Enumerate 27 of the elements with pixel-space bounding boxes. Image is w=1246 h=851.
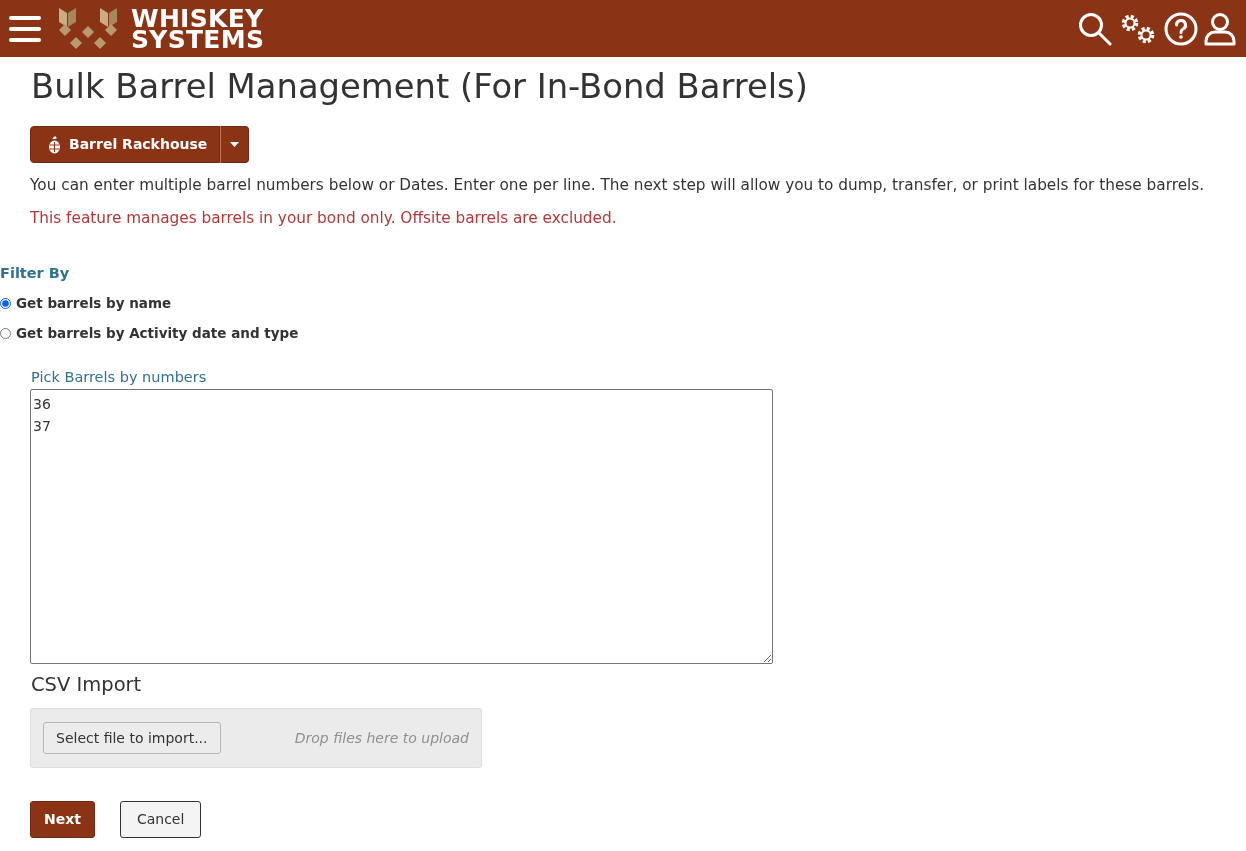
barrel-icon [48, 135, 61, 154]
search-icon[interactable] [1078, 11, 1112, 46]
caret-icon [230, 142, 240, 147]
radio-button[interactable] [0, 297, 11, 309]
file-drop-zone[interactable]: Select file to import... Drop files here to upload [30, 708, 482, 768]
user-icon[interactable] [1204, 11, 1236, 46]
dropdown-button[interactable] [220, 126, 250, 163]
logo-text: WHISKEY [131, 7, 264, 29]
cancel-button[interactable]: Cancel [119, 801, 202, 838]
next-button[interactable]: Next [30, 801, 95, 838]
filter-label: Filter By [0, 264, 70, 283]
instruction-text: You can enter multiple barrel numbers below or Dates. Enter one per line. The next step will allow you to dump, transfer, or print labels for these barrels. [30, 175, 1205, 196]
help-icon[interactable] [1164, 11, 1198, 46]
drop-hint-text: Drop files here to upload [294, 728, 469, 748]
logo-text: SYSTEMS [131, 28, 265, 50]
location-button[interactable]: Barrel Rackhouse [30, 126, 221, 163]
barrel-numbers-field[interactable]: 36 37 [30, 389, 773, 664]
section-title: CSV Import [31, 672, 142, 698]
radio-label[interactable]: Get barrels by name [16, 292, 172, 314]
field-label: Pick Barrels by numbers [31, 368, 207, 387]
menu-icon[interactable] [8, 13, 42, 44]
warning-text: This feature manages barrels in your bond only. Offsite barrels are excluded. [30, 208, 617, 229]
radio-label[interactable]: Get barrels by Activity date and type [16, 322, 299, 344]
select-file-button[interactable]: Select file to import... [43, 722, 221, 754]
page-title: Bulk Barrel Management (For In-Bond Barrels) [31, 67, 808, 107]
logo-icon [58, 6, 118, 51]
radio-button[interactable] [0, 327, 11, 339]
